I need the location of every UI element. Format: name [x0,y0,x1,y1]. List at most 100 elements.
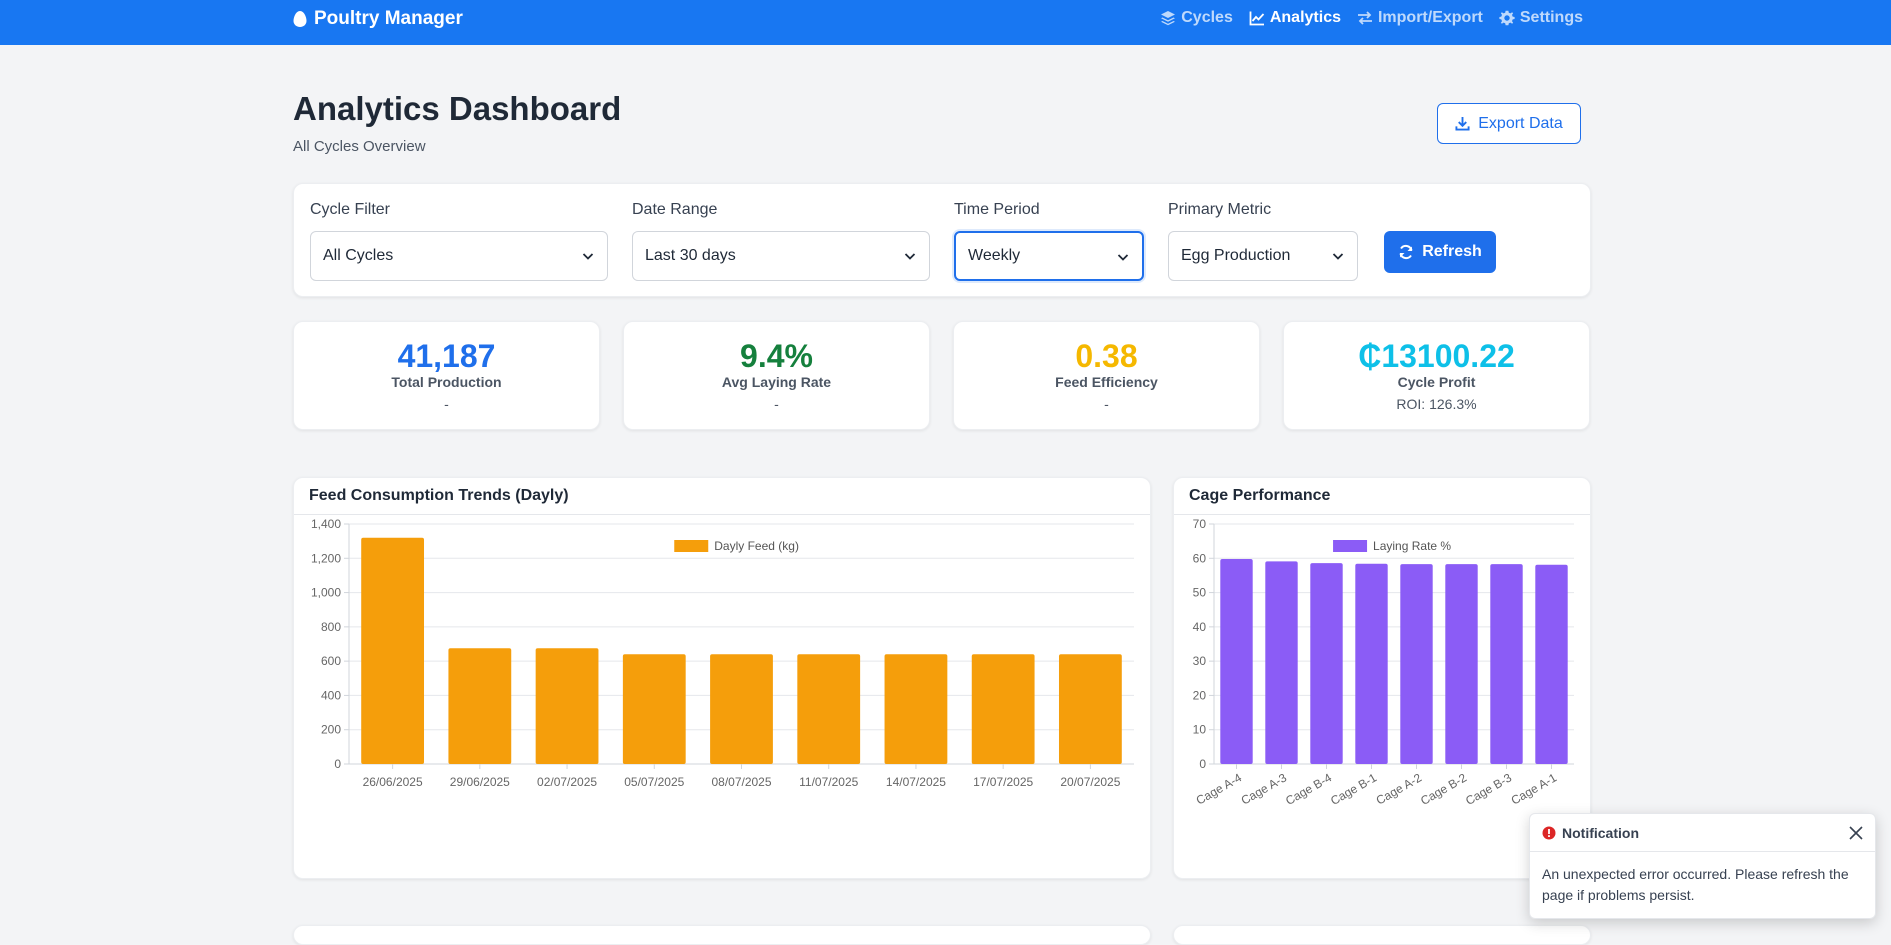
stat-label: Total Production [391,374,502,390]
cage-panel-title: Cage Performance [1174,478,1590,515]
error-icon [1542,826,1556,839]
primary-metric-select[interactable]: Egg Production [1168,231,1358,281]
x-tick-label: Cage A-2 [1374,770,1425,807]
main-nav: Cycles Analytics Import/Export Settings [1160,7,1583,29]
stat-card-avg-laying-rate: 9.4% Avg Laying Rate - [623,321,930,430]
stat-value: 41,187 [397,338,496,374]
bar [797,654,861,764]
next-panel-left [293,925,1151,945]
nav-analytics-label: Analytics [1269,9,1341,26]
y-tick-label: 50 [1193,586,1207,600]
x-tick-label: 02/07/2025 [537,775,597,789]
y-tick-label: 600 [321,654,341,668]
toast-header: Notification [1530,814,1875,852]
x-tick-label: 08/07/2025 [711,775,771,789]
next-panel-right [1173,925,1591,945]
swap-arrows-icon [1357,11,1372,25]
x-tick-label: 14/07/2025 [886,775,946,789]
feed-consumption-panel: Feed Consumption Trends (Dayly) Dayly Fe… [293,477,1151,879]
y-tick-label: 0 [1199,757,1206,771]
feed-panel-title: Feed Consumption Trends (Dayly) [294,478,1150,515]
cycle-filter-value: All Cycles [323,247,394,264]
time-period-label: Time Period [954,201,1040,218]
nav-cycles-label: Cycles [1181,9,1233,26]
date-range-select[interactable]: Last 30 days [632,231,930,281]
legend-label: Dayly Feed (kg) [714,539,799,553]
x-tick-label: Cage B-3 [1463,770,1514,808]
top-navbar: Poultry Manager Cycles Analytics Import/… [0,0,1891,45]
stat-subtext: - [444,396,449,412]
x-tick-label: Cage A-4 [1194,770,1245,807]
bar [361,537,425,764]
y-tick-label: 1,200 [311,551,341,565]
bar [1058,654,1122,764]
refresh-icon [1399,244,1413,260]
cycle-filter-label: Cycle Filter [310,201,391,218]
refresh-label: Refresh [1422,243,1482,260]
chevron-down-icon [904,253,916,260]
stat-card-feed-efficiency: 0.38 Feed Efficiency - [953,321,1260,430]
date-range-value: Last 30 days [645,247,736,264]
x-tick-label: Cage B-1 [1328,770,1379,808]
export-data-button[interactable]: Export Data [1437,103,1581,144]
refresh-button[interactable]: Refresh [1384,231,1496,273]
bar [448,648,512,764]
y-tick-label: 30 [1193,654,1207,668]
x-tick-label: Cage B-2 [1418,770,1469,808]
x-tick-label: Cage A-3 [1239,770,1290,807]
y-tick-label: 60 [1193,551,1207,565]
stat-label: Feed Efficiency [1055,374,1158,390]
y-tick-label: 1,000 [311,586,341,600]
nav-import-export-label: Import/Export [1377,9,1483,26]
toast-message: An unexpected error occurred. Please ref… [1542,866,1849,903]
notification-toast: Notification An unexpected error occurre… [1529,813,1876,919]
legend-swatch [1333,540,1368,552]
stat-subtext: - [1104,396,1109,412]
page-subtitle: All Cycles Overview [293,138,426,155]
y-tick-label: 20 [1193,688,1207,702]
legend-swatch [674,540,709,552]
time-period-select[interactable]: Weekly [954,231,1144,281]
nav-cycles[interactable]: Cycles [1160,7,1233,29]
chart-line-icon [1249,11,1265,26]
brand[interactable]: Poultry Manager [292,6,463,32]
chevron-down-icon [1332,253,1344,260]
x-tick-label: 11/07/2025 [799,775,858,789]
export-data-label: Export Data [1478,114,1563,132]
y-tick-label: 70 [1193,517,1207,531]
x-tick-label: 20/07/2025 [1060,775,1120,789]
nav-settings-label: Settings [1519,9,1583,26]
primary-metric-value: Egg Production [1181,247,1291,264]
cycle-filter-select[interactable]: All Cycles [310,231,608,281]
nav-settings[interactable]: Settings [1499,7,1583,29]
brand-name: Poultry Manager [314,8,463,29]
stat-card-cycle-profit: ₵13100.22 Cycle Profit ROI: 126.3% [1283,321,1590,430]
x-tick-label: Cage A-1 [1509,770,1560,807]
y-tick-label: 200 [321,723,341,737]
x-tick-label: 17/07/2025 [973,775,1033,789]
stat-value: 0.38 [1075,338,1138,374]
bar [1445,564,1478,764]
chevron-down-icon [582,253,594,260]
toast-title: Notification [1562,824,1639,841]
bar [710,654,773,764]
y-tick-label: 0 [334,757,341,771]
nav-analytics[interactable]: Analytics [1249,7,1341,29]
bar [622,654,686,764]
stat-subtext: ROI: 126.3% [1396,396,1477,412]
x-tick-label: Cage B-4 [1283,770,1334,808]
stat-card-total-production: 41,187 Total Production - [293,321,600,430]
close-icon[interactable] [1847,824,1865,842]
date-range-label: Date Range [632,201,718,218]
y-tick-label: 10 [1193,723,1207,737]
nav-import-export[interactable]: Import/Export [1357,7,1483,29]
y-tick-label: 400 [321,688,341,702]
bar [1400,564,1433,764]
download-icon [1455,116,1470,131]
bar [1535,564,1568,764]
chevron-down-icon [1117,254,1129,261]
stat-subtext: - [774,396,779,412]
bar [1220,558,1253,764]
stat-value: ₵13100.22 [1358,338,1515,374]
primary-metric-label: Primary Metric [1168,201,1272,218]
